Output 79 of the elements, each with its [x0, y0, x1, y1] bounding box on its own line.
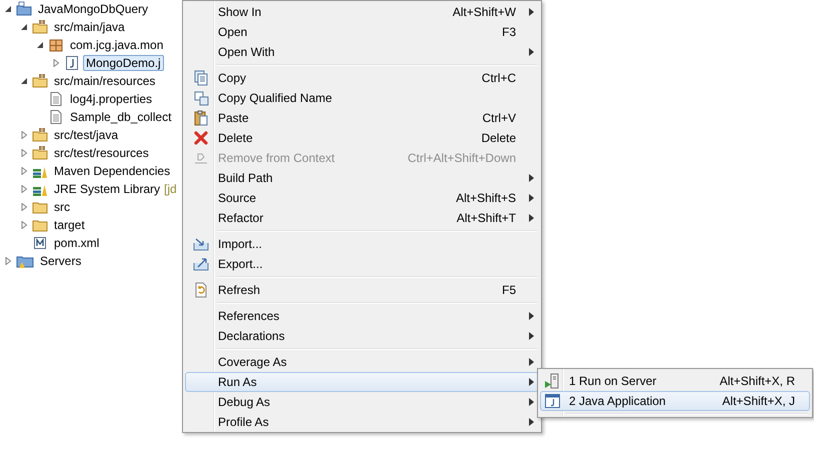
tree-item[interactable]: src/main/java [51, 19, 128, 35]
text-file-icon [48, 109, 64, 125]
tree-item-decoration: [jd [164, 182, 177, 196]
submenu-arrow-icon [528, 418, 534, 426]
submenu-arrow-icon [528, 332, 534, 340]
submenu-arrow-icon [528, 174, 534, 182]
menu-item[interactable]: References [185, 306, 539, 326]
tree-item[interactable]: JRE System Library [51, 181, 164, 197]
submenu-arrow-icon [528, 8, 534, 16]
tree-item[interactable]: src/test/java [51, 127, 122, 143]
collapsed-triangle-icon[interactable] [4, 257, 12, 265]
menu-item[interactable]: Debug As [185, 392, 539, 412]
collapsed-triangle-icon[interactable] [52, 59, 60, 67]
collapsed-triangle-icon[interactable] [20, 149, 28, 157]
tree-item[interactable]: pom.xml [51, 235, 102, 251]
menu-item[interactable]: Refresh F5 [185, 280, 539, 300]
menu-item[interactable]: Paste Ctrl+V [185, 108, 539, 128]
menu-item[interactable]: Show In Alt+Shift+W [185, 2, 539, 22]
menu-item[interactable]: Profile As [185, 412, 539, 432]
source-folder-icon [32, 19, 48, 35]
java-file-icon [64, 55, 80, 71]
submenu-arrow-icon [528, 194, 534, 202]
collapsed-triangle-icon[interactable] [20, 185, 28, 193]
submenu-arrow-icon [528, 48, 534, 56]
remove-context-icon [194, 152, 208, 164]
submenu-arrow-icon [528, 214, 534, 222]
menu-item[interactable]: 2 Java Application Alt+Shift+X, J [540, 391, 810, 411]
collapsed-triangle-icon[interactable] [20, 221, 28, 229]
menu-item[interactable]: Open F3 [185, 22, 539, 42]
submenu-arrow-icon [528, 378, 534, 386]
refresh-icon [194, 282, 208, 298]
delete-icon [194, 131, 208, 145]
server-run-icon [544, 373, 560, 389]
menu-item[interactable]: Open With [185, 42, 539, 62]
tree-item[interactable]: MongoDemo.j [83, 55, 164, 71]
menu-item[interactable]: Source Alt+Shift+S [185, 188, 539, 208]
collapsed-triangle-icon[interactable] [20, 131, 28, 139]
tree-item[interactable]: com.jcg.java.mon [67, 37, 166, 53]
expanded-triangle-icon[interactable] [20, 23, 28, 31]
menu-item[interactable]: Export... [185, 254, 539, 274]
java-application-icon [544, 394, 560, 408]
copy-icon [194, 90, 208, 106]
menu-item[interactable]: 1 Run on Server Alt+Shift+X, R [540, 371, 810, 391]
collapsed-triangle-icon[interactable] [20, 167, 28, 175]
copy-icon [194, 70, 208, 86]
source-folder-icon [32, 145, 48, 161]
source-folder-icon [32, 73, 48, 89]
tree-item[interactable]: JavaMongoDbQuery [35, 1, 152, 17]
submenu-arrow-icon [528, 312, 534, 320]
import-icon [193, 237, 209, 251]
menu-item[interactable]: Refactor Alt+Shift+T [185, 208, 539, 228]
tree-item[interactable]: Maven Dependencies [51, 163, 174, 179]
tree-item[interactable]: Servers [37, 253, 84, 269]
tree-item[interactable]: Sample_db_collect [67, 109, 174, 125]
collapsed-triangle-icon[interactable] [20, 203, 28, 211]
menu-item[interactable]: Run As [185, 372, 539, 392]
export-icon [193, 257, 209, 271]
menu-item[interactable]: Delete Delete [185, 128, 539, 148]
tree-item[interactable]: src [51, 199, 73, 215]
maven-file-icon [32, 235, 48, 251]
paste-icon [194, 110, 208, 126]
expanded-triangle-icon[interactable] [20, 77, 28, 85]
submenu-arrow-icon [528, 358, 534, 366]
menu-item[interactable]: Declarations [185, 326, 539, 346]
menu-item[interactable]: Coverage As [185, 352, 539, 372]
menu-item[interactable]: Copy Ctrl+C [185, 68, 539, 88]
tree-item[interactable]: src/test/resources [51, 145, 152, 161]
expanded-triangle-icon[interactable] [36, 41, 44, 49]
package-icon [48, 37, 64, 53]
tree-item[interactable]: target [51, 217, 88, 233]
text-file-icon [48, 91, 64, 107]
tree-item[interactable]: log4j.properties [67, 91, 156, 107]
menu-item[interactable]: Build Path [185, 168, 539, 188]
submenu-arrow-icon [528, 398, 534, 406]
expanded-triangle-icon[interactable] [4, 5, 12, 13]
source-folder-icon [32, 127, 48, 143]
tree-item[interactable]: src/main/resources [51, 73, 158, 89]
menu-item[interactable]: Copy Qualified Name [185, 88, 539, 108]
menu-item[interactable]: Import... [185, 234, 539, 254]
